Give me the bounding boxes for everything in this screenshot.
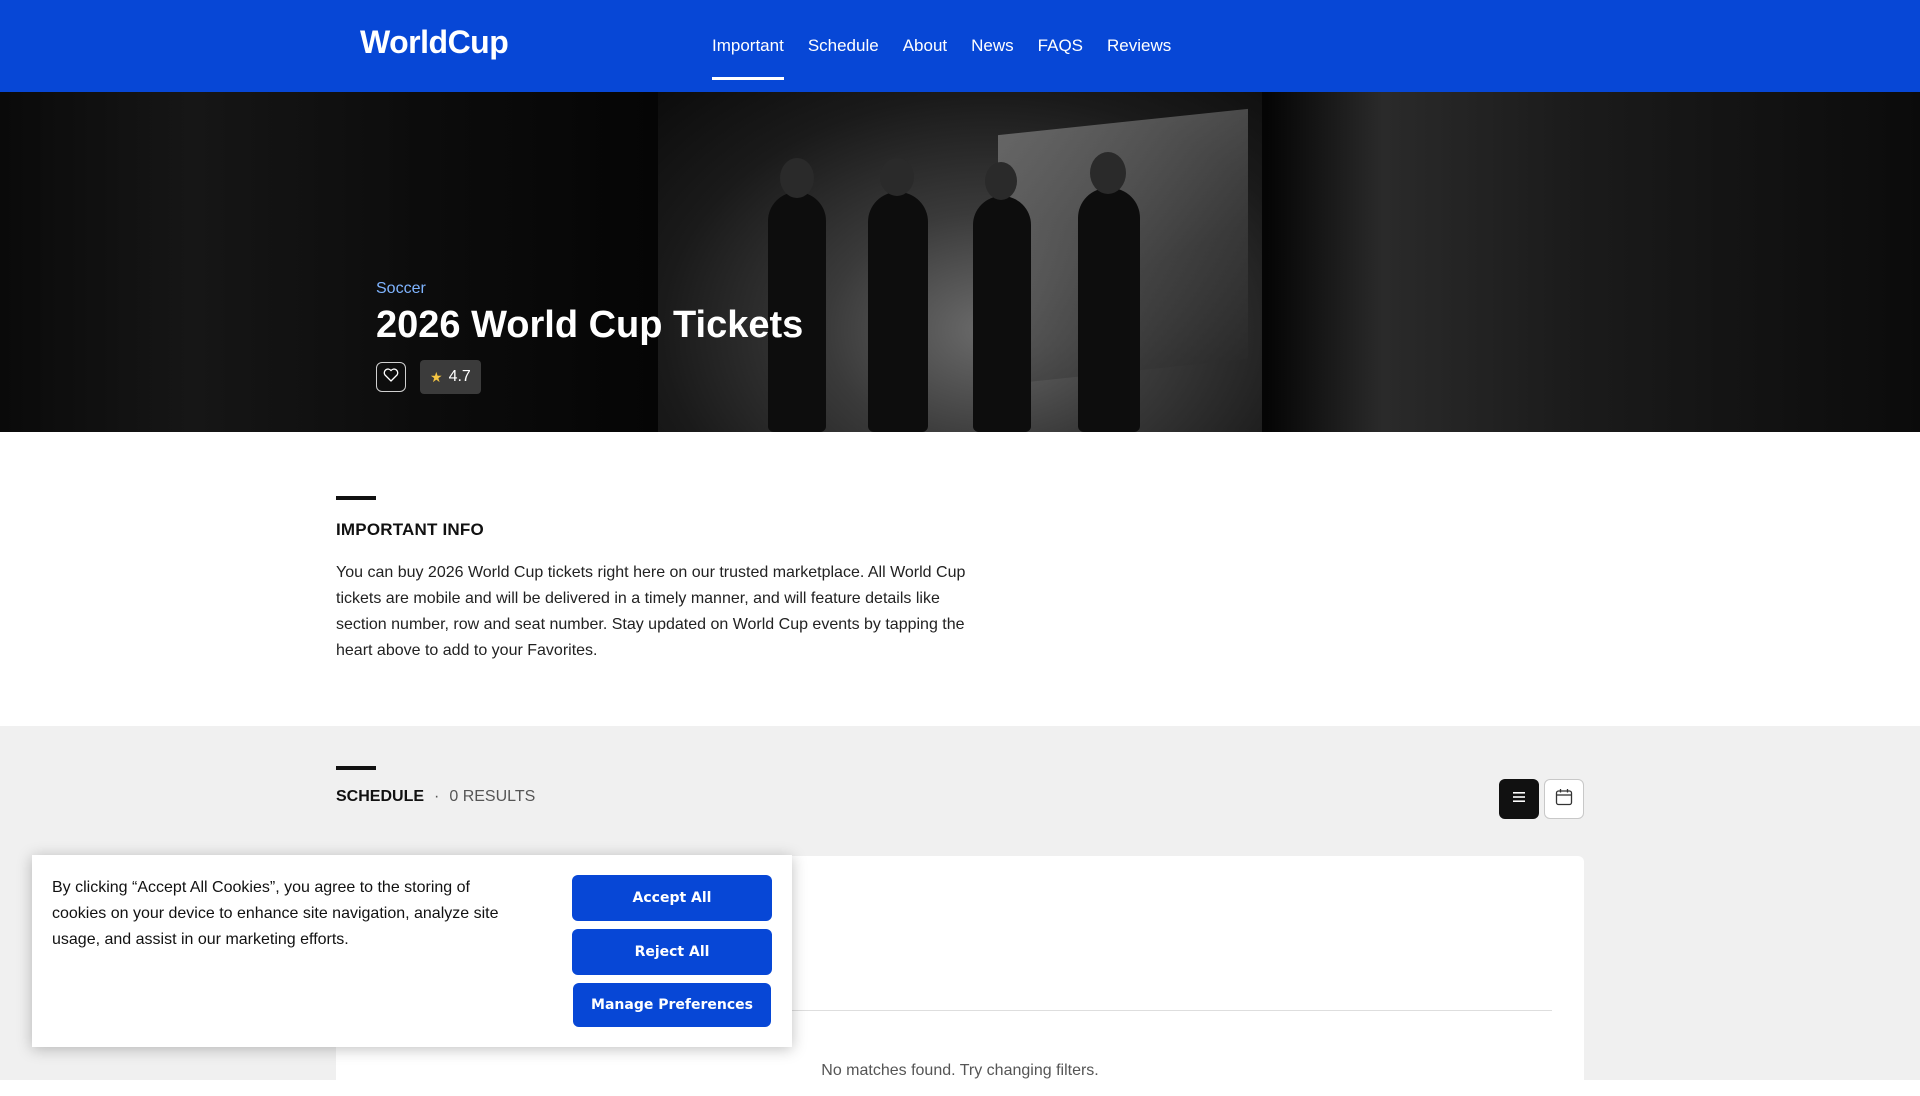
schedule-heading: SCHEDULE	[336, 788, 425, 805]
schedule-header: SCHEDULE · 0 RESULTS	[336, 788, 535, 806]
nav-item-news[interactable]: News	[971, 0, 1014, 92]
hero-image-figure-head	[780, 158, 814, 198]
favorite-button[interactable]	[376, 362, 406, 392]
nav-item-about[interactable]: About	[903, 0, 947, 92]
hero-image-figure	[1078, 188, 1140, 432]
manage-preferences-button[interactable]: Manage Preferences	[573, 983, 771, 1027]
results-count: 0 RESULTS	[449, 788, 536, 805]
hero-image-figure-head	[1090, 152, 1126, 194]
hero-image-figure-head	[880, 158, 914, 196]
section-accent-bar	[336, 496, 376, 500]
list-view-button[interactable]	[1499, 779, 1539, 819]
empty-results-message: No matches found. Try changing filters.	[821, 1062, 1099, 1079]
list-icon	[1512, 790, 1526, 808]
hero-image	[658, 92, 1262, 432]
hero-category-link[interactable]: Soccer	[376, 280, 426, 298]
separator-dot: ·	[434, 788, 440, 805]
rating-badge[interactable]: ★ 4.7	[420, 360, 481, 394]
hero-image-figure	[973, 196, 1031, 432]
calendar-icon	[1555, 788, 1573, 811]
accept-all-cookies-button[interactable]: Accept All	[572, 875, 772, 921]
nav-item-schedule[interactable]: Schedule	[808, 0, 879, 92]
heart-icon	[383, 367, 399, 387]
important-info-heading: IMPORTANT INFO	[336, 520, 484, 539]
calendar-view-button[interactable]	[1544, 779, 1584, 819]
section-accent-bar	[336, 766, 376, 770]
main-nav: Important Schedule About News FAQS Revie…	[712, 0, 1171, 92]
rating-value: 4.7	[448, 368, 471, 385]
cookie-consent-text: By clicking “Accept All Cookies”, you ag…	[52, 879, 499, 948]
star-icon: ★	[430, 368, 443, 385]
hero-banner: Soccer 2026 World Cup Tickets ★ 4.7	[0, 92, 1920, 432]
cookie-consent-banner: By clicking “Accept All Cookies”, you ag…	[32, 855, 792, 1047]
important-info-section: IMPORTANT INFO You can buy 2026 World Cu…	[336, 496, 966, 664]
nav-item-reviews[interactable]: Reviews	[1107, 0, 1171, 92]
important-info-body: You can buy 2026 World Cup tickets right…	[336, 564, 966, 659]
nav-item-faqs[interactable]: FAQS	[1038, 0, 1083, 92]
reject-all-cookies-button[interactable]: Reject All	[572, 929, 772, 975]
site-logo[interactable]: WorldCup	[360, 24, 509, 61]
hero-image-figure-head	[985, 162, 1017, 200]
site-header: WorldCup Important Schedule About News F…	[0, 0, 1920, 92]
nav-item-important[interactable]: Important	[712, 0, 784, 92]
page-title: 2026 World Cup Tickets	[376, 304, 804, 346]
hero-image-figure	[868, 192, 928, 432]
